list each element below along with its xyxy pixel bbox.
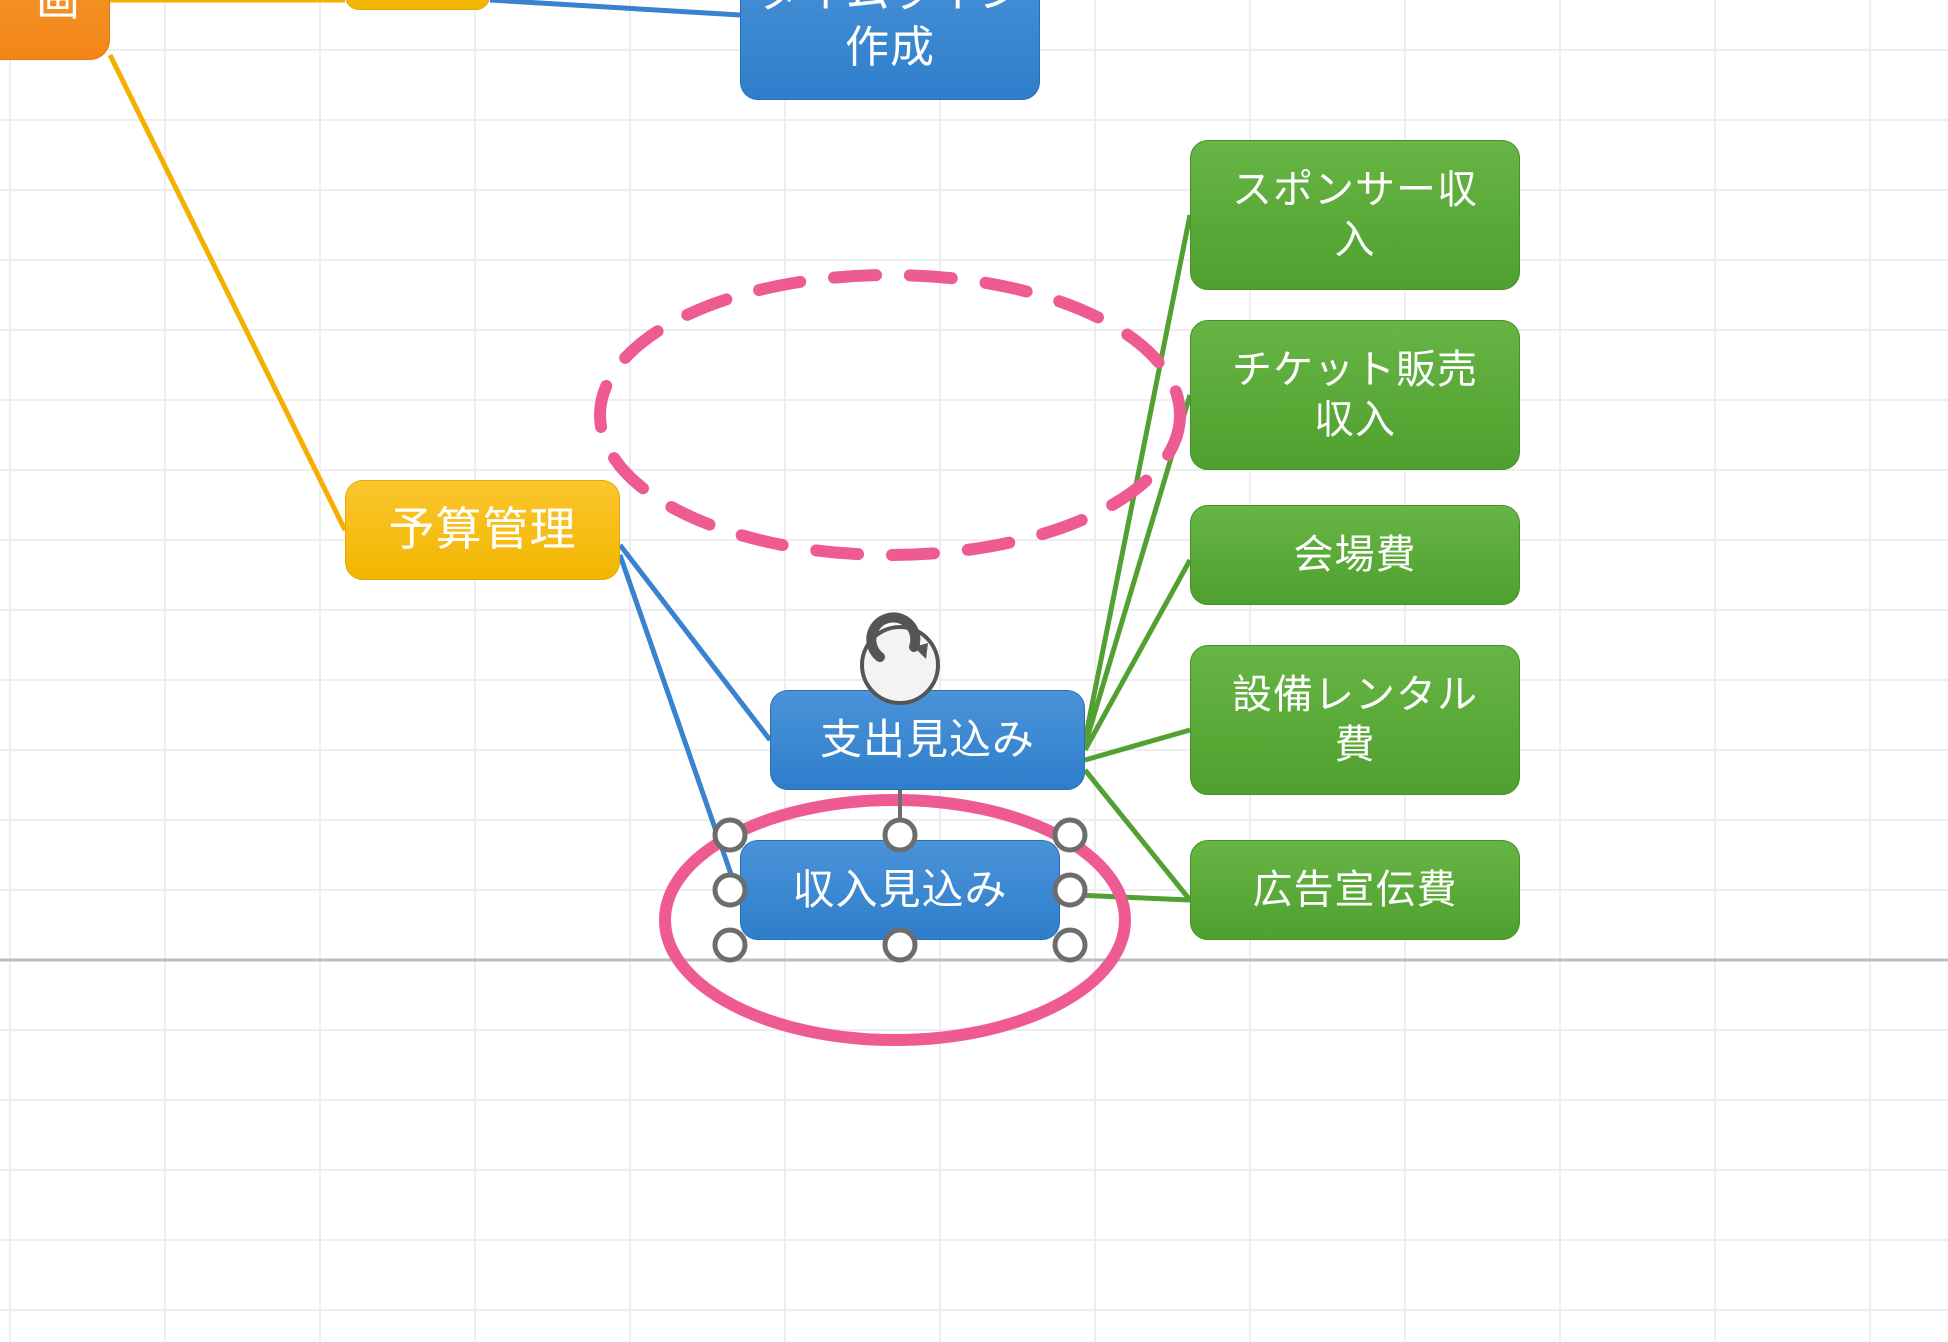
annotation-dashed-oval [600, 275, 1180, 555]
diagram-canvas[interactable]: 画 タイムライン 作成 予算管理 支出見込み 収入見込み スポンサー収 入 チケ… [0, 0, 1948, 1342]
selection-handles[interactable] [715, 820, 1085, 960]
rotate-handle-icon[interactable] [862, 617, 938, 703]
